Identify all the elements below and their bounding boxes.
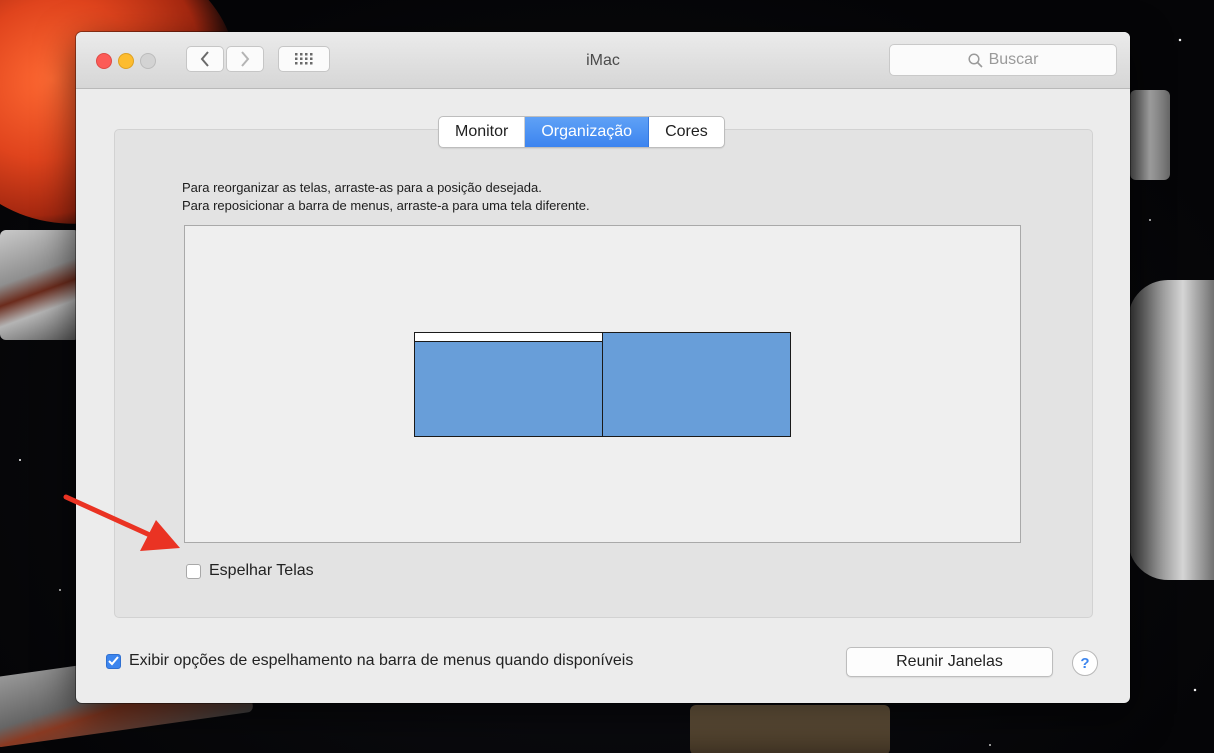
mirror-displays-checkbox[interactable] [186,563,201,579]
mirror-displays-label: Espelhar Telas [209,562,314,579]
search-field[interactable]: Buscar [889,44,1117,76]
display-thumbnail-main[interactable] [414,332,603,437]
wallpaper-spaceship [1130,90,1170,180]
tab-monitor[interactable]: Monitor [439,117,526,147]
search-placeholder: Buscar [988,51,1039,68]
checkmark-icon [108,656,119,666]
wallpaper-spaceship [0,230,80,340]
title-bar: iMac Buscar [76,32,1130,89]
instruction-line: Para reposicionar a barra de menus, arra… [182,198,590,213]
tab-organizacao[interactable]: Organização [525,117,650,147]
tab-bar: Monitor Organização Cores [438,116,725,148]
show-mirroring-checkbox[interactable] [106,653,121,669]
display-thumbnail-secondary[interactable] [602,332,791,437]
show-mirroring-label: Exibir opções de espelhamento na barra d… [129,652,634,669]
search-icon [968,52,983,68]
gather-windows-button[interactable]: Reunir Janelas [846,647,1053,677]
show-mirroring-options[interactable]: Exibir opções de espelhamento na barra d… [106,652,633,670]
instruction-line: Para reorganizar as telas, arraste-as pa… [182,180,542,195]
display-arrangement-area [184,225,1021,543]
instructions: Para reorganizar as telas, arraste-as pa… [182,179,590,215]
help-button[interactable]: ? [1072,650,1098,676]
displays-preferences-window: iMac Buscar Monitor Organização Cores Pa… [76,32,1130,703]
wallpaper-spaceship [690,705,890,753]
mirror-displays-option[interactable]: Espelhar Telas [186,562,314,580]
tab-cores[interactable]: Cores [649,117,724,147]
menu-bar-handle[interactable] [415,333,602,342]
wallpaper-spaceship [1128,280,1214,580]
